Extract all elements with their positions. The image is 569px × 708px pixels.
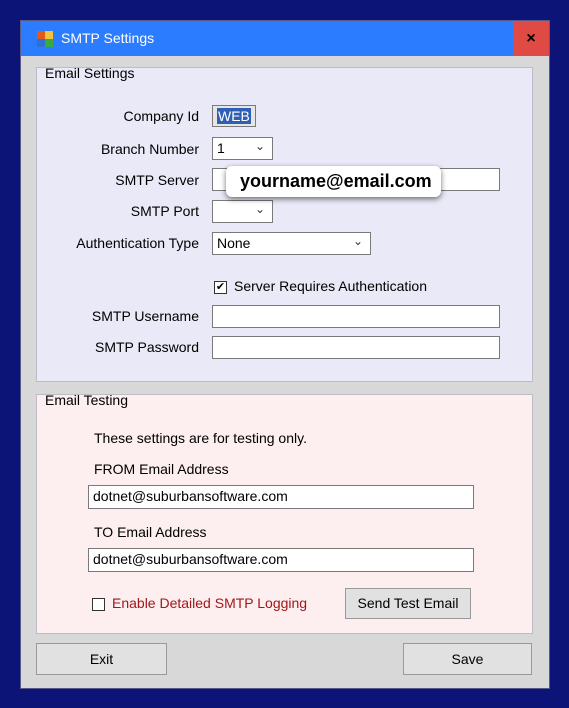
email-testing-group: Email Testing These settings are for tes…: [36, 392, 533, 634]
smtp-username-label: SMTP Username: [91, 308, 199, 324]
smtp-password-label: SMTP Password: [95, 339, 199, 355]
auth-type-label: Authentication Type: [76, 235, 199, 251]
company-id-value: WEB: [217, 108, 251, 124]
chevron-down-icon: ⌄: [254, 139, 265, 153]
send-test-email-button[interactable]: Send Test Email: [345, 588, 471, 619]
logging-checkbox[interactable]: [92, 598, 105, 611]
smtp-port-dropdown[interactable]: ⌄: [212, 200, 273, 223]
exit-button[interactable]: Exit: [36, 643, 167, 675]
to-email-label: TO Email Address: [94, 524, 207, 540]
smtp-server-label: SMTP Server: [115, 172, 199, 188]
branch-number-dropdown[interactable]: 1 ⌄: [212, 137, 273, 160]
from-email-input[interactable]: dotnet@suburbansoftware.com: [88, 485, 474, 509]
from-email-label: FROM Email Address: [94, 461, 229, 477]
checkmark-icon: ✔: [215, 281, 226, 293]
chevron-down-icon: ⌄: [254, 202, 265, 216]
email-settings-group: Email Settings Company Id WEB Branch Num…: [36, 65, 533, 382]
save-button[interactable]: Save: [403, 643, 532, 675]
requires-auth-checkbox[interactable]: ✔: [214, 281, 227, 294]
branch-number-value: 1: [217, 140, 225, 156]
company-id-field[interactable]: WEB: [212, 105, 256, 127]
smtp-settings-window: SMTP Settings × Email Settings Company I…: [20, 20, 550, 689]
auth-type-value: None: [217, 235, 251, 251]
smtp-username-input[interactable]: [212, 305, 500, 328]
auth-type-dropdown[interactable]: None ⌄: [212, 232, 371, 255]
smtp-port-label: SMTP Port: [130, 203, 199, 219]
logging-label: Enable Detailed SMTP Logging: [112, 595, 308, 611]
app-icon: [37, 31, 53, 47]
testing-note: These settings are for testing only.: [94, 430, 307, 446]
email-settings-legend: Email Settings: [45, 65, 135, 81]
smtp-password-input[interactable]: [212, 336, 500, 359]
chevron-down-icon: ⌄: [352, 234, 363, 248]
email-testing-legend: Email Testing: [45, 392, 129, 408]
title-bar[interactable]: SMTP Settings ×: [21, 21, 549, 56]
company-id-label: Company Id: [123, 108, 199, 124]
branch-number-label: Branch Number: [100, 141, 199, 157]
requires-auth-label: Server Requires Authentication: [234, 278, 427, 294]
to-email-input[interactable]: dotnet@suburbansoftware.com: [88, 548, 474, 572]
window-title: SMTP Settings: [61, 30, 155, 46]
email-overlay-label: yourname@email.com: [226, 166, 441, 197]
close-button[interactable]: ×: [513, 21, 549, 56]
